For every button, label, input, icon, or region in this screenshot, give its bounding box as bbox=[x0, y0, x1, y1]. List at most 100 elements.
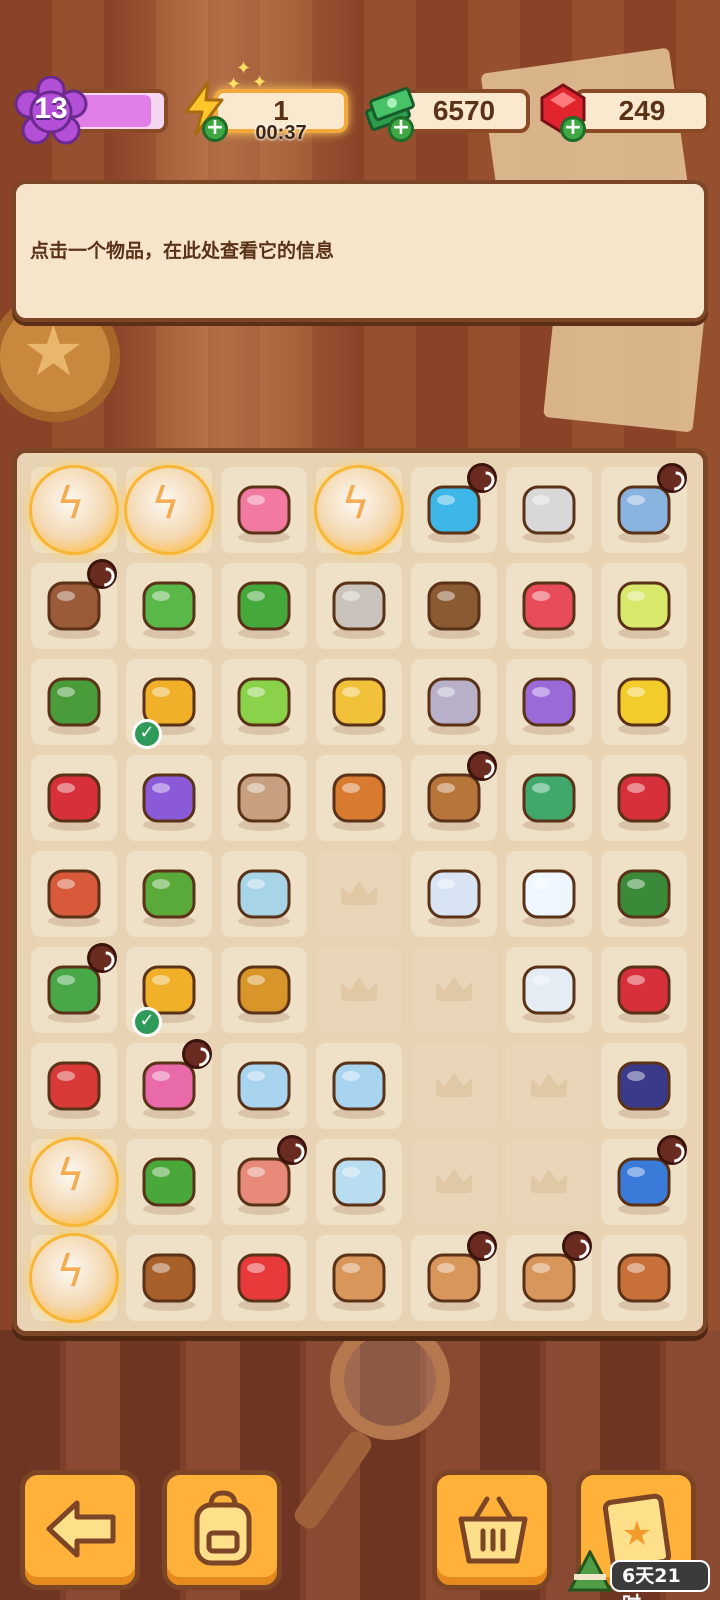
board-cell[interactable] bbox=[221, 755, 307, 841]
board-cell[interactable] bbox=[601, 1135, 687, 1225]
board-cell[interactable] bbox=[221, 1235, 307, 1321]
spinning-top-icon bbox=[132, 1241, 206, 1315]
cooldown-timer-icon bbox=[87, 559, 117, 589]
board-cell[interactable] bbox=[126, 851, 212, 937]
board-cell[interactable] bbox=[31, 851, 117, 937]
cooldown-timer-icon bbox=[87, 943, 117, 973]
board-cell[interactable] bbox=[506, 851, 592, 937]
basket-icon bbox=[458, 1496, 528, 1564]
board-cell[interactable] bbox=[316, 659, 402, 745]
hammer-icon bbox=[227, 761, 301, 835]
sprout-icon bbox=[227, 665, 301, 739]
empty-board-slot[interactable] bbox=[506, 1043, 592, 1129]
empty-board-slot[interactable] bbox=[411, 947, 497, 1033]
board-cell[interactable] bbox=[126, 1139, 212, 1225]
board-cell[interactable] bbox=[411, 659, 497, 745]
board-cell[interactable] bbox=[126, 1039, 212, 1129]
board-cell[interactable] bbox=[316, 1235, 402, 1321]
pruning-shears-icon bbox=[607, 953, 681, 1027]
level-badge[interactable]: 13 bbox=[10, 75, 92, 148]
board-cell[interactable] bbox=[506, 659, 592, 745]
board-cell[interactable]: ✓ bbox=[126, 947, 212, 1037]
board-cell[interactable] bbox=[124, 465, 214, 555]
board-cell[interactable] bbox=[221, 1043, 307, 1129]
board-cell[interactable] bbox=[221, 1135, 307, 1225]
board-cell[interactable] bbox=[221, 467, 307, 553]
board-cell[interactable] bbox=[316, 755, 402, 841]
board-cell[interactable] bbox=[316, 563, 402, 649]
empty-board-slot[interactable] bbox=[411, 1043, 497, 1129]
board-cell[interactable] bbox=[601, 463, 687, 553]
berry-bush-icon bbox=[607, 857, 681, 931]
energy-bubble-icon bbox=[124, 465, 214, 555]
bicycle-wheels-icon bbox=[607, 1049, 681, 1123]
resource-bar: 13 1 00:37 + ✦ ✦ ✦ 6570 + 249 + bbox=[0, 0, 720, 150]
back-arrow-icon bbox=[46, 1500, 116, 1558]
event-timer-text: 6天21时 bbox=[610, 1560, 710, 1600]
board-cell[interactable] bbox=[506, 947, 592, 1033]
board-cell[interactable] bbox=[29, 1233, 119, 1323]
board-cell[interactable] bbox=[601, 755, 687, 841]
star-trophy-icon bbox=[227, 1049, 301, 1123]
event-timer-badge[interactable]: 6天21时 bbox=[560, 1550, 710, 1600]
rice-dumpling-icon bbox=[568, 1550, 612, 1592]
board-cell[interactable] bbox=[126, 563, 212, 649]
board-cell[interactable] bbox=[221, 563, 307, 649]
back-button[interactable] bbox=[20, 1470, 140, 1590]
add-cash-button[interactable]: + bbox=[388, 116, 414, 142]
board-cell[interactable] bbox=[221, 659, 307, 745]
board-cell[interactable] bbox=[506, 563, 592, 649]
add-energy-button[interactable]: + bbox=[202, 116, 228, 142]
board-cell[interactable] bbox=[31, 943, 117, 1033]
board-cell[interactable] bbox=[411, 851, 497, 937]
board-cell[interactable] bbox=[411, 563, 497, 649]
board-cell[interactable] bbox=[506, 467, 592, 553]
board-cell[interactable] bbox=[29, 465, 119, 555]
energy-bubble-icon bbox=[29, 1233, 119, 1323]
shop-basket-button[interactable] bbox=[432, 1470, 552, 1590]
board-cell[interactable] bbox=[601, 851, 687, 937]
board-cell[interactable] bbox=[506, 1231, 592, 1321]
board-cell[interactable] bbox=[601, 1235, 687, 1321]
sparkle-icon: ✦ bbox=[252, 72, 268, 93]
board-cell[interactable] bbox=[411, 463, 497, 553]
board-cell[interactable] bbox=[601, 659, 687, 745]
empty-board-slot[interactable] bbox=[411, 1139, 497, 1225]
checkmark-icon: ✓ bbox=[132, 1007, 162, 1037]
board-cell[interactable] bbox=[31, 559, 117, 649]
board-cell[interactable] bbox=[316, 1043, 402, 1129]
board-cell[interactable] bbox=[601, 1043, 687, 1129]
board-cell[interactable]: ✓ bbox=[126, 659, 212, 749]
penguin-icon bbox=[417, 857, 491, 931]
board-cell[interactable] bbox=[506, 755, 592, 841]
cooldown-timer-icon bbox=[467, 1231, 497, 1261]
board-cell[interactable] bbox=[411, 1231, 497, 1321]
energy-bubble-icon bbox=[314, 465, 404, 555]
cooldown-timer-icon bbox=[467, 463, 497, 493]
board-cell[interactable] bbox=[411, 751, 497, 841]
board-cell[interactable] bbox=[221, 851, 307, 937]
board-cell[interactable] bbox=[126, 1235, 212, 1321]
board-cell[interactable] bbox=[31, 659, 117, 745]
empty-board-slot[interactable] bbox=[506, 1139, 592, 1225]
board-cell[interactable] bbox=[601, 563, 687, 649]
board-cell[interactable] bbox=[31, 1043, 117, 1129]
energy-timer: 00:37 bbox=[255, 122, 307, 144]
add-gems-button[interactable]: + bbox=[560, 116, 586, 142]
board-cell[interactable] bbox=[126, 755, 212, 841]
magnifying-glass-icon bbox=[322, 761, 396, 835]
golden-trophy-icon bbox=[227, 953, 301, 1027]
bonsai-pot-icon bbox=[132, 1145, 206, 1219]
backpack-button[interactable] bbox=[162, 1470, 282, 1590]
board-cell[interactable] bbox=[221, 947, 307, 1033]
board-cell[interactable] bbox=[314, 465, 404, 555]
cooldown-timer-icon bbox=[182, 1039, 212, 1069]
rake-icon bbox=[417, 665, 491, 739]
board-cell[interactable] bbox=[601, 947, 687, 1033]
empty-board-slot[interactable] bbox=[316, 947, 402, 1033]
board-cell[interactable] bbox=[29, 1137, 119, 1227]
bonsai-icon bbox=[512, 761, 586, 835]
empty-board-slot[interactable] bbox=[316, 851, 402, 937]
board-cell[interactable] bbox=[31, 755, 117, 841]
board-cell[interactable] bbox=[316, 1139, 402, 1225]
